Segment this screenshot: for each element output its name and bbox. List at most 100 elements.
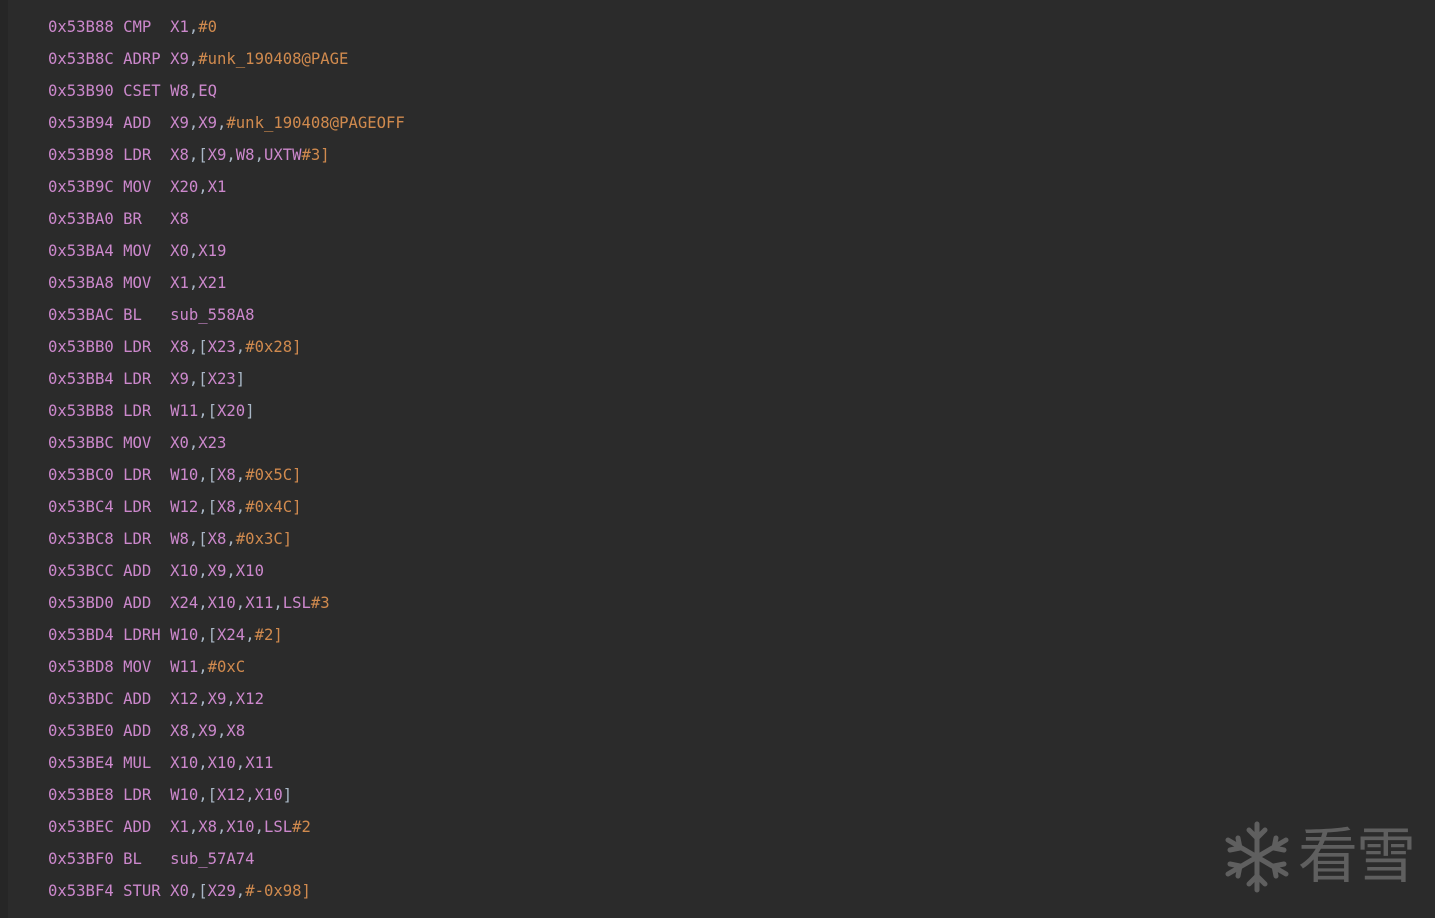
operand: X12	[170, 690, 199, 708]
code-line: 0x53BA8 MOV X1,X21	[48, 267, 405, 299]
watermark-text: 看雪	[1298, 822, 1416, 892]
punctuation: ]	[235, 370, 246, 388]
code-line: 0x53BEC ADD X1,X8,X10,LSL#2	[48, 811, 405, 843]
operand: X9	[207, 562, 227, 580]
operand: X9	[198, 114, 218, 132]
operand: X8	[170, 722, 189, 740]
address: 0x53BA4	[48, 242, 114, 260]
code-line: 0x53BAC BL sub_558A8	[48, 299, 405, 331]
punctuation: ,	[235, 754, 246, 772]
mnemonic: LDRH	[123, 626, 161, 644]
code-line: 0x53BA0 BR X8	[48, 203, 405, 235]
operand: X1	[170, 818, 189, 836]
address: 0x53BC8	[48, 530, 114, 548]
operand: X8	[198, 818, 218, 836]
code-line: 0x53BBC MOV X0,X23	[48, 427, 405, 459]
punctuation: ,[	[198, 402, 218, 420]
code-line: 0x53BF0 BL sub_57A74	[48, 843, 405, 875]
address: 0x53BC4	[48, 498, 114, 516]
immediate-operand: #unk_190408@PAGEOFF	[226, 114, 405, 132]
operand: X12	[235, 690, 264, 708]
punctuation: ,	[235, 882, 246, 900]
operand: W11	[170, 658, 199, 676]
address: 0x53BEC	[48, 818, 114, 836]
operand: W8	[170, 82, 189, 100]
address: 0x53BD0	[48, 594, 114, 612]
code-line: 0x53BE4 MUL X10,X10,X11	[48, 747, 405, 779]
mnemonic: CSET	[123, 82, 161, 100]
operand: LSL	[263, 818, 293, 836]
address: 0x53B94	[48, 114, 114, 132]
address: 0x53BCC	[48, 562, 114, 580]
code-line: 0x53B88 CMP X1,#0	[48, 11, 405, 43]
mnemonic: MOV	[123, 274, 161, 292]
code-line: 0x53BA4 MOV X0,X19	[48, 235, 405, 267]
immediate-operand: #2]	[254, 626, 283, 644]
punctuation: ,	[188, 18, 199, 36]
punctuation: ,	[188, 722, 199, 740]
mnemonic: ADD	[123, 114, 161, 132]
immediate-operand: #0xC	[207, 658, 246, 676]
punctuation: ,	[188, 114, 199, 132]
punctuation: ,	[254, 818, 264, 836]
punctuation: ,	[198, 658, 208, 676]
address: 0x53BF0	[48, 850, 114, 868]
mnemonic: BL	[123, 850, 161, 868]
punctuation: ,	[235, 594, 246, 612]
operand: UXTW	[263, 146, 302, 164]
address: 0x53BB4	[48, 370, 114, 388]
punctuation: ,	[188, 274, 199, 292]
punctuation: ,	[188, 50, 199, 68]
operand: W11	[170, 402, 199, 420]
address: 0x53BC0	[48, 466, 114, 484]
operand: X8	[217, 466, 236, 484]
immediate-operand: #2	[292, 818, 311, 836]
punctuation: ,	[235, 498, 246, 516]
address: 0x53BE4	[48, 754, 114, 772]
disassembly-listing: 0x53B88 CMP X1,#0 0x53B8C ADRP X9,#unk_19…	[48, 11, 405, 907]
operand: X21	[198, 274, 227, 292]
mnemonic: ADD	[123, 562, 161, 580]
operand: X0	[170, 882, 189, 900]
operand: W8	[170, 530, 189, 548]
punctuation: ,[	[188, 370, 208, 388]
mnemonic: ADD	[123, 722, 161, 740]
mnemonic: CMP	[123, 18, 161, 36]
operand: EQ	[198, 82, 218, 100]
address: 0x53BAC	[48, 306, 114, 324]
punctuation: ,	[198, 594, 208, 612]
address: 0x53BE8	[48, 786, 114, 804]
mnemonic: ADD	[123, 690, 161, 708]
immediate-operand: #0x3C]	[235, 530, 293, 548]
operand: X8	[217, 498, 236, 516]
mnemonic: LDR	[123, 338, 161, 356]
mnemonic: MOV	[123, 242, 161, 260]
immediate-operand: #0x5C]	[245, 466, 302, 484]
snowflake-icon	[1225, 821, 1289, 893]
punctuation: ,	[245, 786, 255, 804]
immediate-operand: #-0x98]	[245, 882, 311, 900]
mnemonic: LDR	[123, 530, 161, 548]
operand: sub_558A8	[170, 306, 255, 324]
mnemonic: MUL	[123, 754, 161, 772]
mnemonic: MOV	[123, 658, 161, 676]
punctuation: ,[	[198, 786, 218, 804]
address: 0x53B90	[48, 82, 114, 100]
address: 0x53BBC	[48, 434, 114, 452]
operand: X1	[170, 274, 189, 292]
operand: W12	[170, 498, 199, 516]
mnemonic: MOV	[123, 178, 161, 196]
punctuation: ,	[226, 530, 236, 548]
code-line: 0x53BF4 STUR X0,[X29,#-0x98]	[48, 875, 405, 907]
code-line: 0x53B98 LDR X8,[X9,W8,UXTW#3]	[48, 139, 405, 171]
immediate-operand: #0	[198, 18, 218, 36]
operand: X1	[207, 178, 227, 196]
punctuation: ,[	[198, 626, 218, 644]
mnemonic: LDR	[123, 466, 161, 484]
address: 0x53BF4	[48, 882, 114, 900]
code-line: 0x53BC4 LDR W12,[X8,#0x4C]	[48, 491, 405, 523]
punctuation: ]	[282, 786, 293, 804]
operand: X23	[207, 370, 236, 388]
operand: X24	[170, 594, 199, 612]
code-line: 0x53BCC ADD X10,X9,X10	[48, 555, 405, 587]
